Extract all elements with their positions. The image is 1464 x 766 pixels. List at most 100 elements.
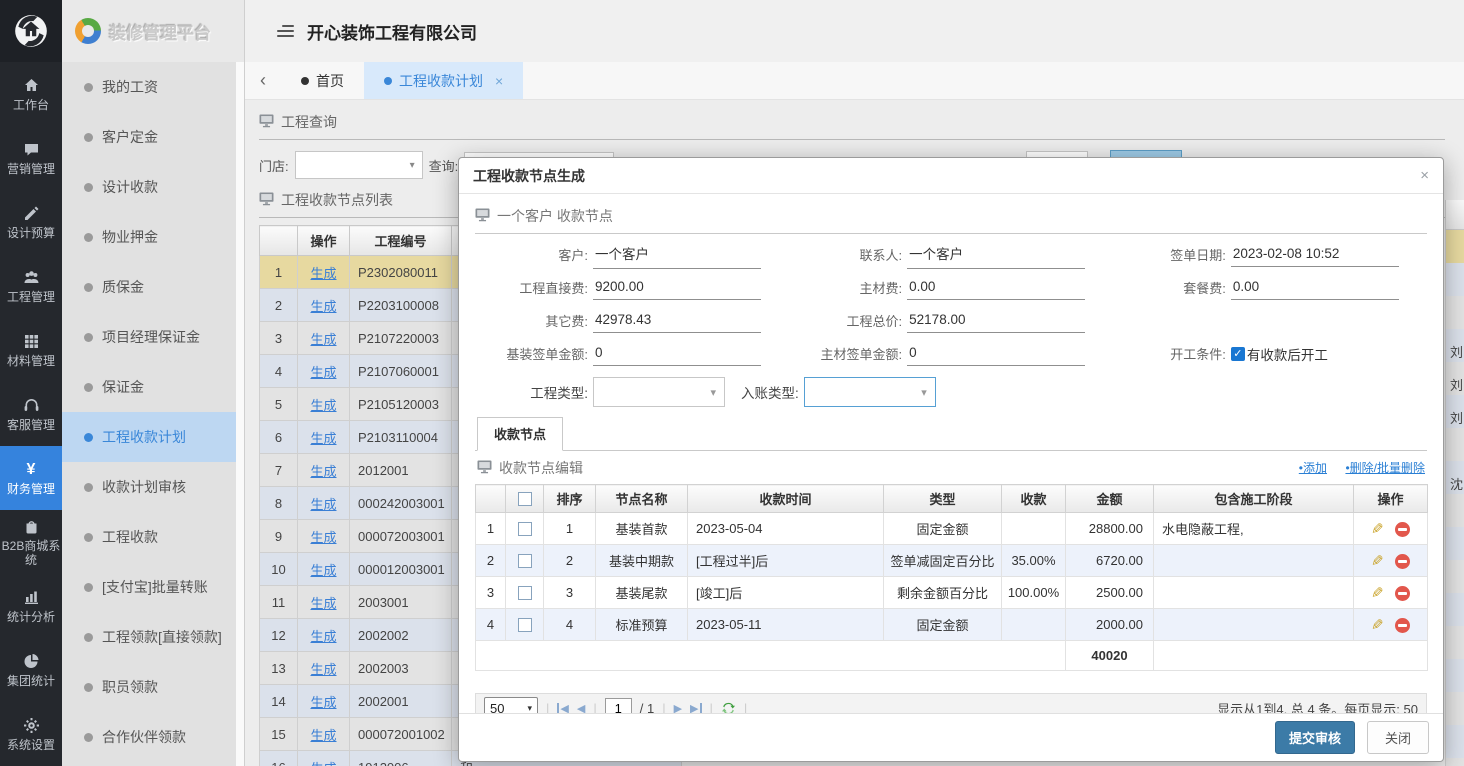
generate-link[interactable]: 生成	[310, 662, 336, 677]
bullet-icon	[84, 83, 93, 92]
row-number: 1	[260, 256, 298, 289]
modal-close-icon[interactable]: ×	[1420, 167, 1429, 184]
node-order: 4	[544, 609, 596, 641]
action-cell: 生成	[298, 520, 350, 553]
row-actions: ✎	[1354, 577, 1428, 609]
menu-item[interactable]: 保证金	[62, 362, 244, 412]
generate-link[interactable]: 生成	[310, 530, 336, 545]
sidebar-module-bag[interactable]: B2B商城系统	[0, 510, 62, 574]
sidebar-module-edit[interactable]: 设计预算	[0, 190, 62, 254]
edit-icon[interactable]: ✎	[1371, 520, 1384, 538]
menu-item[interactable]: [支付宝]批量转账	[62, 562, 244, 612]
menu-item[interactable]: 合作伙伴领款	[62, 712, 244, 762]
submit-review-button[interactable]: 提交审核	[1275, 721, 1355, 754]
menu-item[interactable]: 职员领款	[62, 662, 244, 712]
remove-icon[interactable]	[1395, 554, 1410, 569]
row-number: 3	[260, 322, 298, 355]
form-field: 其它费:42978.43	[475, 304, 789, 337]
generate-link[interactable]: 生成	[310, 431, 336, 446]
generate-link[interactable]: 生成	[310, 365, 336, 380]
menu-item[interactable]: 工程收款	[62, 512, 244, 562]
add-link[interactable]: •添加	[1299, 461, 1327, 475]
menu-item[interactable]: 设计收款	[62, 162, 244, 212]
sidebar-module-label: 设计预算	[7, 226, 55, 240]
generate-link[interactable]: 生成	[310, 464, 336, 479]
generate-link[interactable]: 生成	[310, 497, 336, 512]
node-name: 基装首款	[596, 513, 688, 545]
account-type-select[interactable]: ▾	[804, 377, 936, 407]
field-value: 52178.00	[907, 309, 1085, 333]
last-page-icon[interactable]: ▶	[690, 702, 701, 714]
checkbox-checked-icon[interactable]: ✓	[1231, 347, 1245, 361]
generate-link[interactable]: 生成	[310, 332, 336, 347]
sidebar-module-pie-chart[interactable]: 集团统计	[0, 638, 62, 702]
menu-toggle-icon[interactable]	[277, 25, 294, 37]
refresh-icon[interactable]	[721, 701, 736, 714]
generate-link[interactable]: 生成	[310, 761, 336, 766]
generate-link[interactable]: 生成	[310, 563, 336, 578]
row-checkbox[interactable]	[518, 554, 532, 568]
action-cell: 生成	[298, 685, 350, 718]
close-button[interactable]: 关闭	[1367, 721, 1429, 754]
menu-item[interactable]: 质保金	[62, 262, 244, 312]
edit-icon[interactable]: ✎	[1371, 552, 1384, 570]
row-checkbox[interactable]	[518, 522, 532, 536]
menu-item[interactable]: 我的工资	[62, 62, 244, 112]
generate-link[interactable]: 生成	[310, 695, 336, 710]
page-size-select[interactable]: 50 ▾	[484, 697, 538, 713]
row-number: 6	[260, 421, 298, 454]
generate-link[interactable]: 生成	[310, 398, 336, 413]
remove-icon[interactable]	[1395, 586, 1410, 601]
action-cell: 生成	[298, 421, 350, 454]
prev-page-icon[interactable]: ◀	[577, 702, 585, 714]
edit-icon[interactable]: ✎	[1371, 584, 1384, 602]
tab-dot-icon	[384, 77, 392, 85]
menu-item[interactable]: 客户定金	[62, 112, 244, 162]
generate-link[interactable]: 生成	[310, 299, 336, 314]
row-checkbox[interactable]	[518, 618, 532, 632]
payment-amount: 2500.00	[1066, 577, 1154, 609]
sidebar-module-yen[interactable]: ¥财务管理	[0, 446, 62, 510]
edit-icon[interactable]: ✎	[1371, 616, 1384, 634]
generate-link[interactable]: 生成	[310, 629, 336, 644]
menu-item[interactable]: 物业押金	[62, 212, 244, 262]
monitor-icon	[477, 460, 492, 477]
menu-item-label: 工程收款	[102, 527, 158, 547]
sidebar-module-chat[interactable]: 营销管理	[0, 126, 62, 190]
next-page-icon[interactable]: ▶	[674, 702, 682, 714]
menu-item[interactable]: 工程领款[直接领款]	[62, 612, 244, 662]
tab-home[interactable]: 首页	[281, 62, 364, 99]
tab-payment-plan[interactable]: 工程收款计划 ×	[364, 62, 523, 99]
delete-link[interactable]: •删除/批量删除	[1345, 461, 1425, 475]
menu-item[interactable]: 收款计划审核	[62, 462, 244, 512]
project-type-select[interactable]: ▾	[593, 377, 725, 407]
first-page-icon[interactable]: ◀	[557, 702, 568, 714]
remove-icon[interactable]	[1395, 522, 1410, 537]
tab-payment-nodes[interactable]: 收款节点	[477, 417, 563, 451]
sidebar-module-home[interactable]: 工作台	[0, 62, 62, 126]
row-checkbox[interactable]	[518, 586, 532, 600]
query-panel-title: 工程查询	[281, 112, 337, 132]
sidebar-module-team[interactable]: 工程管理	[0, 254, 62, 318]
menu-item-label: 职员领款	[102, 677, 158, 697]
sidebar-module-gear[interactable]: 系统设置	[0, 702, 62, 766]
store-select[interactable]: ▾	[295, 151, 423, 179]
menu-item[interactable]: 项目经理保证金	[62, 312, 244, 362]
action-cell: 生成	[298, 553, 350, 586]
app-logo[interactable]	[0, 0, 62, 62]
sidebar-module-bar-chart[interactable]: 统计分析	[0, 574, 62, 638]
page-number-input[interactable]	[605, 698, 632, 713]
generate-link[interactable]: 生成	[310, 266, 336, 281]
tab-close-icon[interactable]: ×	[495, 73, 503, 89]
menu-scrollbar[interactable]	[236, 62, 244, 766]
remove-icon[interactable]	[1395, 618, 1410, 633]
menu-item[interactable]: 工程收款计划	[62, 412, 244, 462]
generate-link[interactable]: 生成	[310, 728, 336, 743]
generate-link[interactable]: 生成	[310, 596, 336, 611]
select-label: 入账类型:	[741, 382, 804, 402]
tab-scroll-left-icon[interactable]: ‹	[245, 62, 281, 99]
sidebar-module-headset[interactable]: 客服管理	[0, 382, 62, 446]
sidebar-module-grid[interactable]: 材料管理	[0, 318, 62, 382]
select-all-checkbox[interactable]	[518, 492, 532, 506]
monitor-icon	[259, 114, 274, 131]
